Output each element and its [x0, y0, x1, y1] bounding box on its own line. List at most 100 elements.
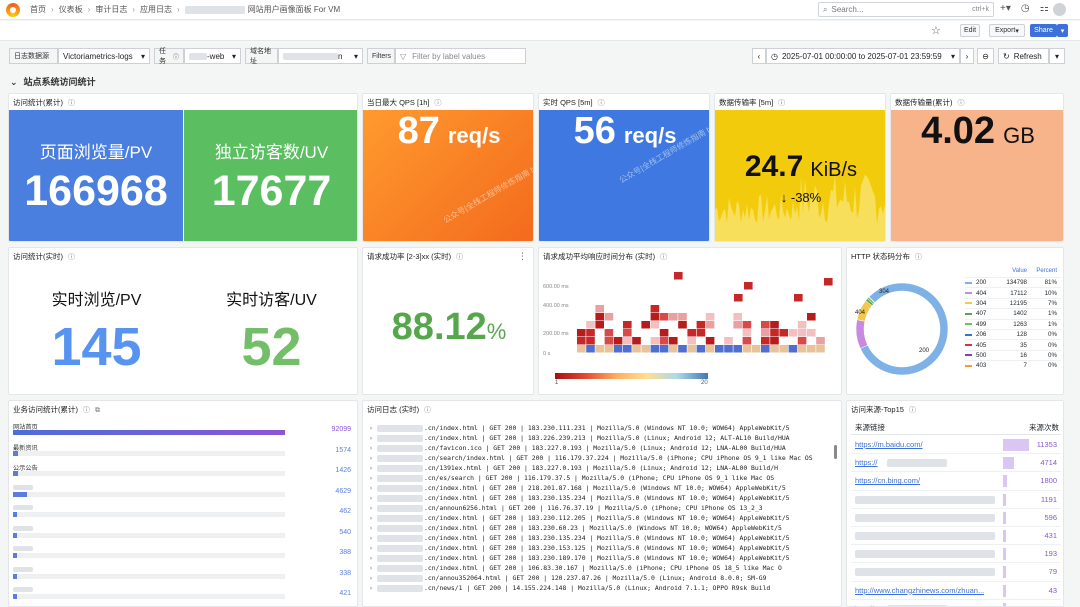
table-row[interactable]: http://www.changzhinews.com/zhuan... 43: [851, 582, 1061, 600]
zoom-out-icon[interactable]: ⊖: [977, 48, 994, 64]
log-row[interactable]: › .cn/news/1 | GET 200 | 14.155.224.148 |…: [369, 583, 835, 593]
job-select[interactable]: -web ▾: [184, 48, 241, 64]
chevron-right-icon[interactable]: ›: [369, 513, 377, 523]
news-icon[interactable]: ⚏: [1040, 3, 1049, 14]
chevron-right-icon[interactable]: ›: [369, 443, 377, 453]
log-row[interactable]: › .cn/index.html | GET 200 | 106.83.30.16…: [369, 563, 835, 573]
chevron-right-icon[interactable]: ›: [369, 423, 377, 433]
legend-row[interactable]: 407 1402 1%: [965, 308, 1061, 318]
row-title[interactable]: ⌄ 站点系统访问统计: [10, 75, 96, 88]
chevron-right-icon[interactable]: ›: [369, 463, 377, 473]
table-row[interactable]: 596: [851, 509, 1061, 527]
list-item[interactable]: 540: [13, 524, 355, 545]
list-item[interactable]: 388: [13, 544, 355, 565]
referrer-link[interactable]: https://m.baidu.com/: [855, 440, 923, 449]
log-row[interactable]: › .cn/index.html | GET 200 | 218.201.87.1…: [369, 483, 835, 493]
share-button[interactable]: Share: [1030, 24, 1057, 37]
log-row[interactable]: › .cn/index.html | GET 200 | 183.230.153.…: [369, 543, 835, 553]
star-icon[interactable]: ☆: [931, 24, 941, 37]
time-forward-button[interactable]: ›: [960, 48, 974, 64]
info-icon[interactable]: ⓘ: [83, 405, 90, 415]
chevron-right-icon[interactable]: ›: [369, 503, 377, 513]
log-row[interactable]: › .cn/favicon.ico | GET 200 | 183.227.0.1…: [369, 443, 835, 453]
list-item[interactable]: 421: [13, 585, 355, 606]
log-row[interactable]: › .cn/index.html | GET 200 | 183.230.135.…: [369, 493, 835, 503]
history-icon[interactable]: ◷: [1021, 3, 1030, 14]
time-range-picker[interactable]: ◷ 2025-07-01 00:00:00 to 2025-07-01 23:59…: [766, 48, 960, 64]
referrer-link[interactable]: https://cn.bing.com/: [855, 476, 920, 485]
chevron-right-icon[interactable]: ›: [369, 483, 377, 493]
info-icon[interactable]: ⓘ: [915, 252, 922, 262]
pie-slice-200[interactable]: [860, 282, 949, 376]
list-item[interactable]: 网站首页 92099: [13, 421, 355, 442]
chevron-right-icon[interactable]: ›: [369, 473, 377, 483]
legend-row[interactable]: 500 16 0%: [965, 349, 1061, 360]
filters-input[interactable]: ▽ Filter by label values: [395, 48, 526, 64]
external-link-icon[interactable]: ⧉: [95, 407, 100, 415]
list-item[interactable]: 4629: [13, 483, 355, 504]
refresh-interval-select[interactable]: ▾: [1049, 48, 1065, 64]
log-row[interactable]: › .cn/search/index.html | GET 200 | 116.1…: [369, 453, 835, 463]
legend-row[interactable]: 405 35 0%: [965, 339, 1061, 349]
domain-select[interactable]: n ▾: [278, 48, 363, 64]
info-icon[interactable]: ⓘ: [435, 98, 442, 108]
scrollbar[interactable]: [834, 445, 837, 459]
datasource-select[interactable]: Victoriametrics-logs ▾: [58, 48, 150, 64]
log-row[interactable]: › .cn/annou352064.html | GET 200 | 120.23…: [369, 573, 835, 583]
log-row[interactable]: › .cn/index.html | GET 200 | 183.226.239.…: [369, 433, 835, 443]
breadcrumb-applog[interactable]: 应用日志: [140, 4, 172, 15]
referrer-link[interactable]: https://: [855, 458, 878, 467]
breadcrumb-dashboards[interactable]: 仪表板: [59, 4, 83, 15]
legend-row[interactable]: 304 12195 7%: [965, 297, 1061, 308]
legend-row[interactable]: 404 17112 10%: [965, 287, 1061, 297]
table-row[interactable]: https://m.baidu.com/11353: [851, 436, 1061, 455]
log-row[interactable]: › .cn/announ6256.html | GET 200 | 116.76.…: [369, 503, 835, 513]
chevron-right-icon[interactable]: ›: [369, 563, 377, 573]
log-row[interactable]: › .cn/index.html | GET 200 | 183.230.111.…: [369, 423, 835, 433]
referrer-link[interactable]: http://www.changzhinews.com/zhuan...: [855, 586, 984, 595]
table-row[interactable]: https://cn.bing.com/1800: [851, 472, 1061, 491]
add-icon[interactable]: +▾: [1000, 3, 1011, 14]
legend-row[interactable]: 403 7 0%: [965, 360, 1061, 370]
chevron-right-icon[interactable]: ›: [369, 583, 377, 593]
refresh-button[interactable]: ↻ Refresh: [998, 48, 1049, 64]
log-row[interactable]: › .cn/index.html | GET 200 | 183.230.60.2…: [369, 523, 835, 533]
list-item[interactable]: 338: [13, 565, 355, 586]
pie-slice-404[interactable]: [855, 319, 868, 349]
log-row[interactable]: › .cn/1391ex.html | GET 200 | 183.227.0.1…: [369, 463, 835, 473]
breadcrumb-home[interactable]: 首页: [30, 4, 46, 15]
list-item[interactable]: 最新资讯 1574: [13, 442, 355, 463]
info-icon[interactable]: ⓘ: [456, 252, 463, 262]
avatar[interactable]: [1053, 3, 1066, 16]
grafana-logo-icon[interactable]: [6, 2, 20, 17]
info-icon[interactable]: ⓘ: [958, 98, 965, 108]
list-item[interactable]: 公示公告 1426: [13, 462, 355, 483]
chevron-right-icon[interactable]: ›: [369, 543, 377, 553]
chevron-right-icon[interactable]: ›: [369, 533, 377, 543]
chevron-right-icon[interactable]: ›: [369, 433, 377, 443]
chevron-right-icon[interactable]: ›: [369, 553, 377, 563]
time-back-button[interactable]: ‹: [752, 48, 766, 64]
log-row[interactable]: › .cn/index.html | GET 200 | 183.230.135.…: [369, 533, 835, 543]
info-icon[interactable]: ⓘ: [68, 98, 75, 108]
chevron-right-icon[interactable]: ›: [369, 523, 377, 533]
share-dropdown-button[interactable]: ▾: [1057, 24, 1068, 37]
log-row[interactable]: › .cn/index.html | GET 200 | 183.230.112.…: [369, 513, 835, 523]
breadcrumb-audit[interactable]: 审计日志: [95, 4, 127, 15]
table-row[interactable]: 79: [851, 563, 1061, 582]
table-row[interactable]: https:// 4714: [851, 454, 1061, 473]
chevron-right-icon[interactable]: ›: [369, 493, 377, 503]
table-row[interactable]: 431: [851, 527, 1061, 546]
panel-menu-icon[interactable]: ⋮: [518, 251, 527, 262]
info-icon[interactable]: ⓘ: [68, 252, 75, 262]
chevron-right-icon[interactable]: ›: [369, 453, 377, 463]
info-icon[interactable]: ⓘ: [909, 405, 916, 415]
edit-button[interactable]: Edit: [960, 24, 980, 37]
log-row[interactable]: › .cn/es/search | GET 200 | 116.179.37.5 …: [369, 473, 835, 483]
search-input[interactable]: ⌕ Search... ctrl+k: [818, 2, 994, 17]
legend-row[interactable]: 499 1263 1%: [965, 318, 1061, 329]
table-row[interactable]: 1191: [851, 491, 1061, 509]
info-icon[interactable]: ⓘ: [598, 98, 605, 108]
export-button[interactable]: Export ▾: [989, 24, 1025, 37]
table-row[interactable]: 193: [851, 545, 1061, 564]
